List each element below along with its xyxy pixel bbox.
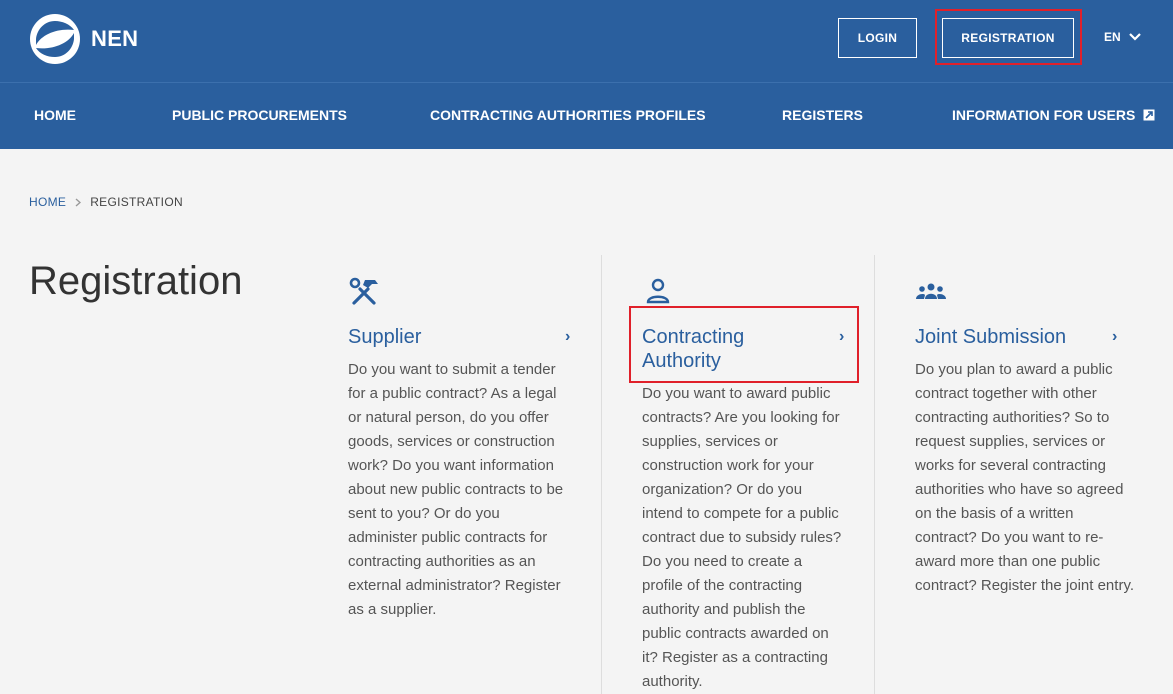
contracting-authority-description: Do you want to award public contracts? A…	[642, 385, 842, 690]
supplier-description: Do you want to submit a tender for a pub…	[348, 361, 564, 618]
chevron-right-icon[interactable]: ›	[1112, 328, 1117, 346]
contracting-authority-title-link[interactable]: Contracting Authority	[642, 325, 822, 373]
external-link-icon	[1143, 109, 1155, 121]
nav-item-label: INFORMATION FOR USERS	[952, 107, 1136, 123]
top-header: NEN LOGIN REGISTRATION EN	[0, 0, 1173, 82]
page-title: Registration	[29, 259, 243, 303]
column-divider	[874, 255, 875, 694]
chevron-down-icon	[1128, 33, 1141, 41]
nav-item-registers[interactable]: REGISTERS	[782, 107, 863, 123]
joint-submission-description: Do you plan to award a public contract t…	[915, 361, 1134, 594]
nav-item-information-for-users[interactable]: INFORMATION FOR USERS	[952, 107, 1155, 123]
person-icon	[646, 278, 670, 304]
main-nav: HOME PUBLIC PROCUREMENTS CONTRACTING AUT…	[0, 82, 1173, 149]
language-selector[interactable]: EN	[1104, 30, 1141, 44]
breadcrumb-home-link[interactable]: HOME	[29, 195, 66, 209]
tools-icon	[349, 277, 378, 305]
nav-item-home[interactable]: HOME	[34, 107, 76, 123]
nav-item-contracting-authorities-profiles[interactable]: CONTRACTING AUTHORITIES PROFILES	[430, 107, 706, 123]
joint-submission-title-link[interactable]: Joint Submission	[915, 325, 1105, 349]
login-button[interactable]: LOGIN	[838, 18, 917, 58]
chevron-right-icon[interactable]: ›	[565, 328, 570, 346]
supplier-title-link[interactable]: Supplier	[348, 325, 548, 349]
column-divider	[601, 255, 602, 694]
group-icon	[916, 283, 946, 299]
chevron-right-icon	[75, 197, 82, 207]
language-label: EN	[1104, 30, 1121, 44]
nen-logo-icon[interactable]	[28, 12, 82, 66]
registration-button[interactable]: REGISTRATION	[942, 18, 1074, 58]
logo-text[interactable]: NEN	[91, 26, 138, 52]
breadcrumb: HOME REGISTRATION	[29, 195, 183, 209]
nav-item-public-procurements[interactable]: PUBLIC PROCUREMENTS	[172, 107, 347, 123]
breadcrumb-current: REGISTRATION	[90, 195, 183, 209]
chevron-right-icon[interactable]: ›	[839, 328, 844, 346]
